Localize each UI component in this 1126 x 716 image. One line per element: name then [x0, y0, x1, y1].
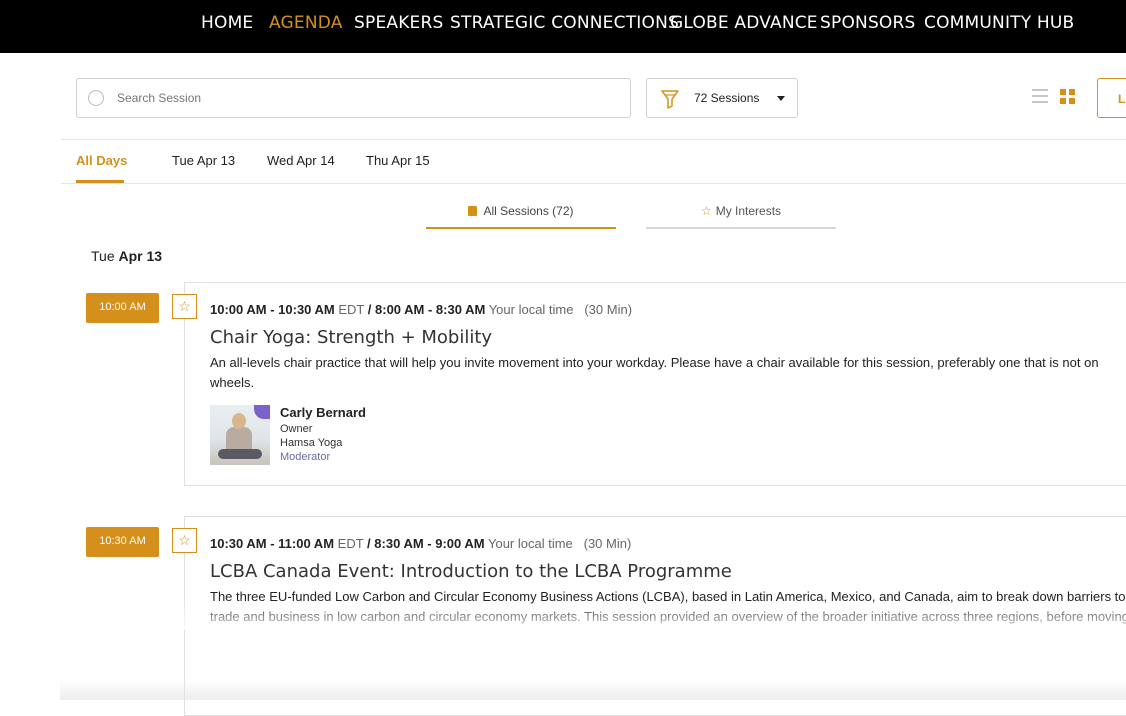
tab-my-interests[interactable]: ☆ My Interests [646, 200, 836, 229]
time-badge: 10:00 AM [86, 293, 159, 323]
nav-strategic-connections[interactable]: STRATEGIC CONNECTIONS [450, 13, 679, 33]
speaker-role: Moderator [280, 451, 331, 463]
nav-home[interactable]: HOME [201, 13, 253, 33]
speaker-company: Hamsa Yoga [280, 437, 343, 449]
local-range: 8:30 AM - 9:00 AM [374, 536, 485, 551]
tab-thu-apr-15[interactable]: Thu Apr 15 [366, 153, 430, 168]
nav-sponsors[interactable]: SPONSORS [820, 13, 916, 33]
edt-range: 10:30 AM - 11:00 AM [210, 536, 335, 551]
star-icon: ☆ [178, 532, 191, 548]
star-icon: ☆ [700, 204, 712, 218]
bottom-shadow [60, 680, 1126, 700]
grid-view-icon[interactable] [1060, 89, 1076, 105]
local-label: Your local time [487, 536, 573, 551]
divider [61, 139, 1126, 140]
list-view-icon[interactable] [1032, 89, 1048, 105]
tab-all-days[interactable]: All Days [76, 153, 127, 168]
nav-globe-advance[interactable]: GLOBE ADVANCE [670, 13, 818, 33]
speaker-name[interactable]: Carly Bernard [280, 405, 366, 420]
session-filter-dropdown[interactable]: 72 Sessions [646, 78, 798, 118]
edt-label: EDT [337, 536, 364, 551]
tab-tue-apr-13[interactable]: Tue Apr 13 [172, 153, 235, 168]
tab-all-sessions-label: All Sessions (72) [483, 204, 574, 218]
edt-label: EDT [338, 302, 365, 317]
nav-community-hub[interactable]: COMMUNITY HUB [924, 13, 1074, 33]
tab-my-interests-label: My Interests [715, 204, 782, 218]
session-duration: (30 Min) [583, 536, 632, 551]
date-heading: Tue Apr 13 [91, 248, 162, 264]
nav-speakers[interactable]: SPEAKERS [354, 13, 444, 33]
time-badge: 10:30 AM [86, 527, 159, 557]
search-input[interactable] [117, 79, 617, 117]
divider [61, 183, 1126, 184]
favorite-star-button[interactable]: ☆ [172, 528, 197, 553]
speaker-avatar[interactable] [210, 405, 270, 465]
tab-all-sessions[interactable]: All Sessions (72) [426, 200, 616, 229]
search-icon [88, 90, 104, 106]
session-card[interactable]: 10:00 AM - 10:30 AM EDT / 8:00 AM - 8:30… [184, 282, 1126, 486]
caret-down-icon [777, 96, 785, 101]
funnel-icon [661, 90, 679, 109]
nav-agenda[interactable]: AGENDA [269, 13, 343, 33]
tab-wed-apr-14[interactable]: Wed Apr 14 [267, 153, 335, 168]
edt-range: 10:00 AM - 10:30 AM [210, 302, 335, 317]
local-label: Your local time [488, 302, 574, 317]
session-count: 72 Sessions [694, 91, 760, 105]
session-title[interactable]: Chair Yoga: Strength + Mobility [210, 327, 492, 348]
speaker-title: Owner [280, 423, 313, 435]
date-weekday: Tue [91, 248, 115, 264]
star-icon: ☆ [178, 298, 191, 314]
session-times: 10:30 AM - 11:00 AM EDT / 8:30 AM - 9:00… [210, 536, 632, 551]
book-icon [468, 206, 478, 216]
top-nav: HOME AGENDA SPEAKERS STRATEGIC CONNECTIO… [0, 0, 1126, 53]
search-box [76, 78, 631, 118]
date-day: Apr 13 [118, 248, 163, 264]
favorite-star-button[interactable]: ☆ [172, 294, 197, 319]
session-title[interactable]: LCBA Canada Event: Introduction to the L… [210, 561, 732, 582]
local-range: 8:00 AM - 8:30 AM [375, 302, 486, 317]
session-description: An all-levels chair practice that will h… [210, 355, 1099, 390]
login-button[interactable]: LO [1097, 78, 1126, 118]
session-times: 10:00 AM - 10:30 AM EDT / 8:00 AM - 8:30… [210, 302, 633, 317]
session-duration: (30 Min) [584, 302, 633, 317]
text-fade-overlay [184, 600, 1126, 630]
